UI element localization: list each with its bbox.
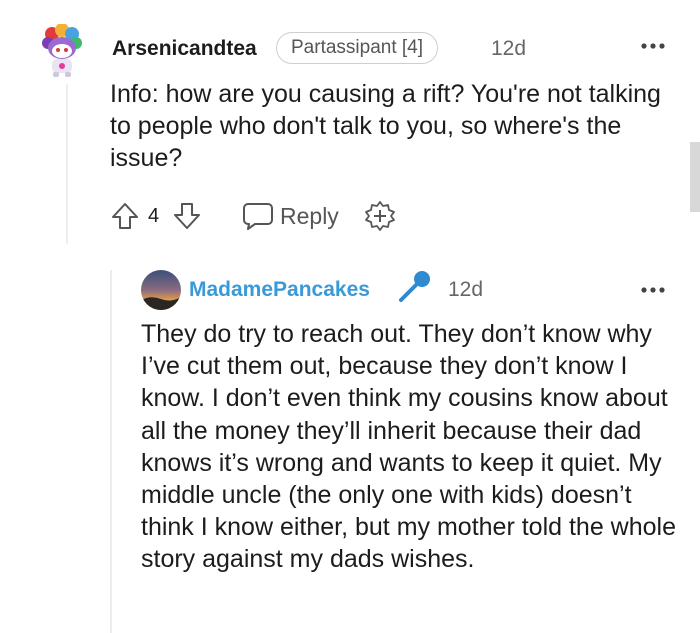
comment-author[interactable]: Arsenicandtea [112,34,257,64]
reply-icon[interactable] [242,201,274,231]
comment-timestamp[interactable]: 12d [491,34,526,64]
award-icon[interactable] [364,200,396,232]
vote-count: 4 [148,205,160,227]
scrollbar[interactable] [690,142,700,212]
sunset-avatar-icon [141,270,181,310]
more-options-icon[interactable] [640,38,666,49]
reply-button[interactable]: Reply [280,200,339,232]
reply-body: They do try to reach out. They don’t kno… [141,320,676,574]
avatar[interactable] [141,270,181,310]
thread-line[interactable] [66,84,68,244]
reply-author[interactable]: MadamePancakes [189,275,370,305]
comment-body: Info: how are you causing a rift? You're… [110,80,661,172]
thread-line[interactable] [110,270,112,633]
user-flair: Partassipant [4] [276,32,439,64]
upvote-icon[interactable] [110,201,140,231]
snoo-avatar-icon [42,23,82,77]
avatar[interactable] [38,23,84,78]
more-options-icon[interactable] [640,282,666,293]
microphone-icon [397,268,433,304]
reply-timestamp[interactable]: 12d [448,275,483,305]
downvote-icon[interactable] [172,201,202,231]
